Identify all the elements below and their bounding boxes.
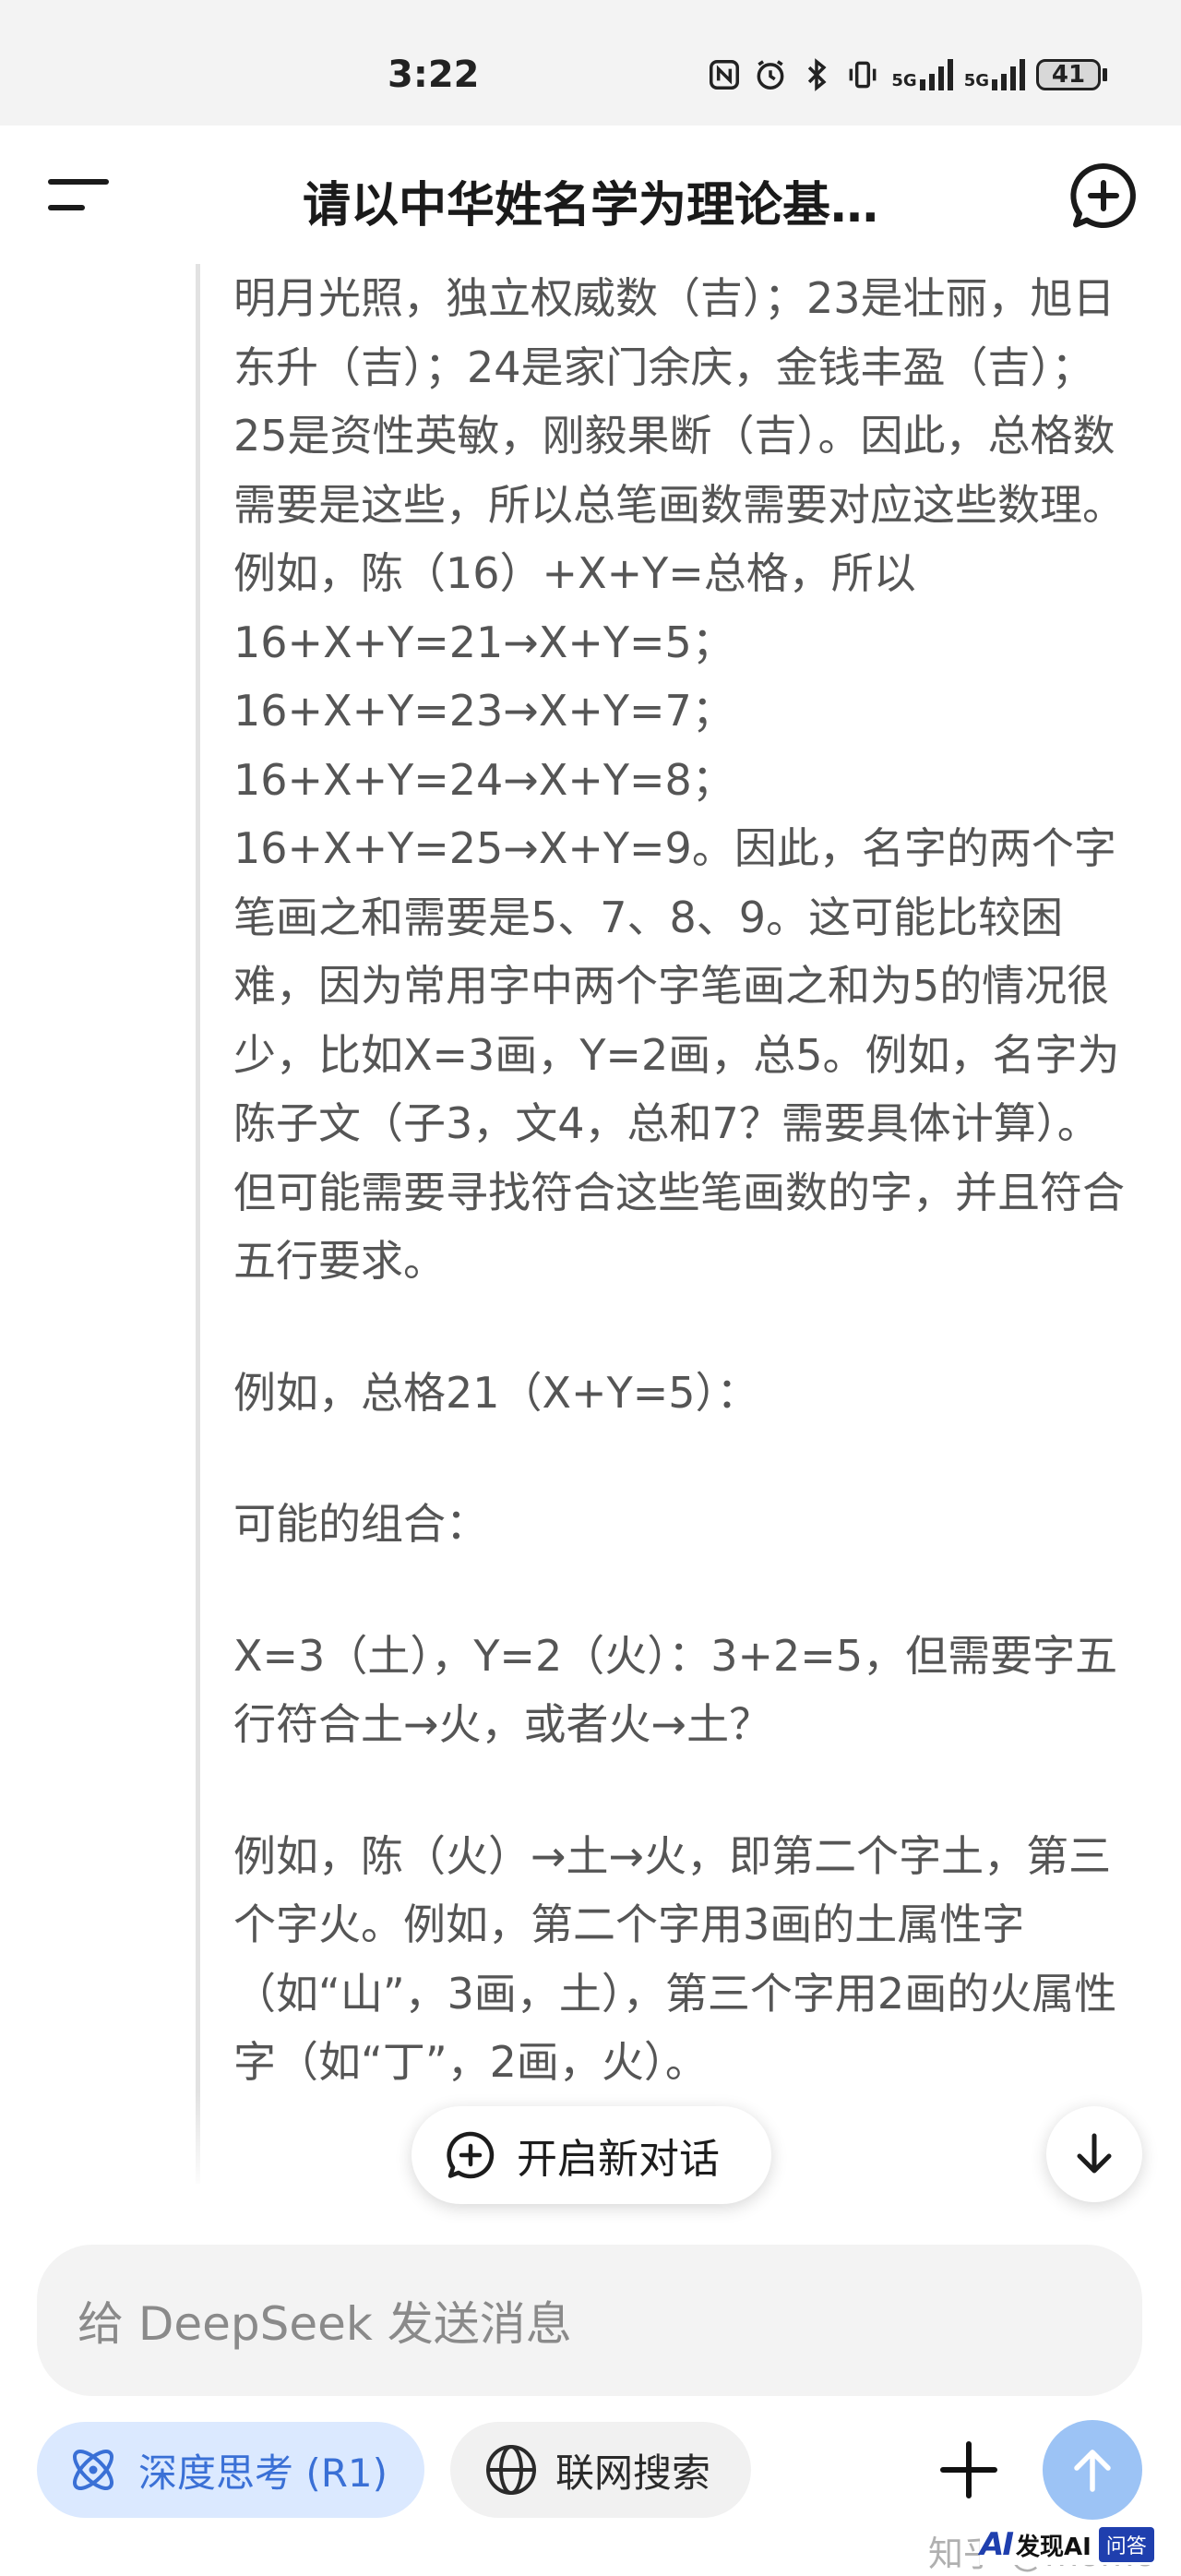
thinking-paragraph: 例如，总格21（X+Y=5）： xyxy=(233,1367,759,1418)
new-chat-button[interactable]: 开启新对话 xyxy=(412,2106,771,2204)
nfc-icon xyxy=(710,60,740,90)
thinking-paragraph: 16+X+Y=25→X+Y=9。因此，名字的两个字笔画之和需要是5、7、8、9。… xyxy=(233,823,1125,1286)
status-time: 3:22 xyxy=(388,54,480,96)
page-title: 请以中华姓名学为理论基… xyxy=(302,178,878,234)
bluetooth-icon xyxy=(808,58,827,91)
thinking-paragraph: 可能的组合： xyxy=(233,1499,488,1549)
thinking-paragraph: 16+X+Y=21→X+Y=5； xyxy=(233,617,734,667)
battery-level: 41 xyxy=(1036,59,1101,90)
thinking-quote-bar xyxy=(196,264,200,2184)
alarm-icon xyxy=(757,60,784,90)
thinking-paragraph: 例如，陈（火）→土→火，即第二个字土，第三个字火。例如，第二个字用3画的土属性字… xyxy=(233,1830,1117,2088)
menu-icon[interactable] xyxy=(48,174,113,216)
message-input-placeholder: 给 DeepSeek 发送消息 xyxy=(78,2297,572,2351)
signal-5g-icon-1: 5G xyxy=(891,59,953,90)
brand-qa-badge: 问答 xyxy=(1098,2527,1154,2562)
deep-think-toggle[interactable]: 深度思考 (R1) xyxy=(37,2422,424,2518)
web-search-toggle[interactable]: 联网搜索 xyxy=(450,2422,751,2518)
web-search-label: 联网搜索 xyxy=(555,2450,711,2496)
thinking-paragraph: 16+X+Y=24→X+Y=8； xyxy=(233,754,734,805)
thinking-paragraph: X=3（土），Y=2（火）：3+2=5，但需要字五行符合土→火，或者火→土？ xyxy=(233,1630,1118,1750)
chat-content[interactable]: 明月光照，独立权威数（吉）；23是壮丽，旭日东升（吉）；24是家门余庆，金钱丰盈… xyxy=(0,264,1181,2184)
thinking-paragraph: 16+X+Y=23→X+Y=7； xyxy=(233,686,734,736)
message-input[interactable]: 给 DeepSeek 发送消息 xyxy=(37,2245,1142,2396)
scroll-down-button[interactable] xyxy=(1046,2106,1142,2202)
plus-icon xyxy=(940,2441,997,2498)
brand-logo-icon: AI xyxy=(980,2526,1014,2563)
status-bar: 3:22 5G 5G 41 xyxy=(0,0,1181,126)
header: 请以中华姓名学为理论基… xyxy=(0,126,1181,264)
signal-5g-icon-2: 5G xyxy=(964,59,1025,90)
thinking-paragraph: 明月光照，独立权威数（吉）；23是壮丽，旭日东升（吉）；24是家门余庆，金钱丰盈… xyxy=(233,273,1125,598)
globe-icon xyxy=(486,2445,536,2495)
new-chat-bubble-icon xyxy=(447,2131,495,2179)
deep-think-label: 深度思考 (R1) xyxy=(138,2450,388,2496)
new-chat-icon[interactable] xyxy=(1068,161,1139,231)
atom-icon xyxy=(73,2450,113,2490)
attach-button[interactable] xyxy=(932,2433,1006,2507)
brand-watermark: AI 发现AI 问答 xyxy=(980,2524,1181,2565)
arrow-up-icon xyxy=(1074,2450,1111,2492)
brand-name: 发现AI xyxy=(1015,2533,1092,2561)
vibrate-icon xyxy=(849,61,877,89)
battery-icon: 41 xyxy=(1036,59,1107,90)
thinking-text: 明月光照，独立权威数（吉）；23是壮丽，旭日东升（吉）；24是家门余庆，金钱丰盈… xyxy=(233,264,1138,2097)
arrow-down-icon xyxy=(1077,2133,1112,2174)
status-icons: 5G 5G 41 xyxy=(707,57,1107,92)
new-chat-label: 开启新对话 xyxy=(517,2136,720,2183)
send-button[interactable] xyxy=(1043,2420,1142,2520)
